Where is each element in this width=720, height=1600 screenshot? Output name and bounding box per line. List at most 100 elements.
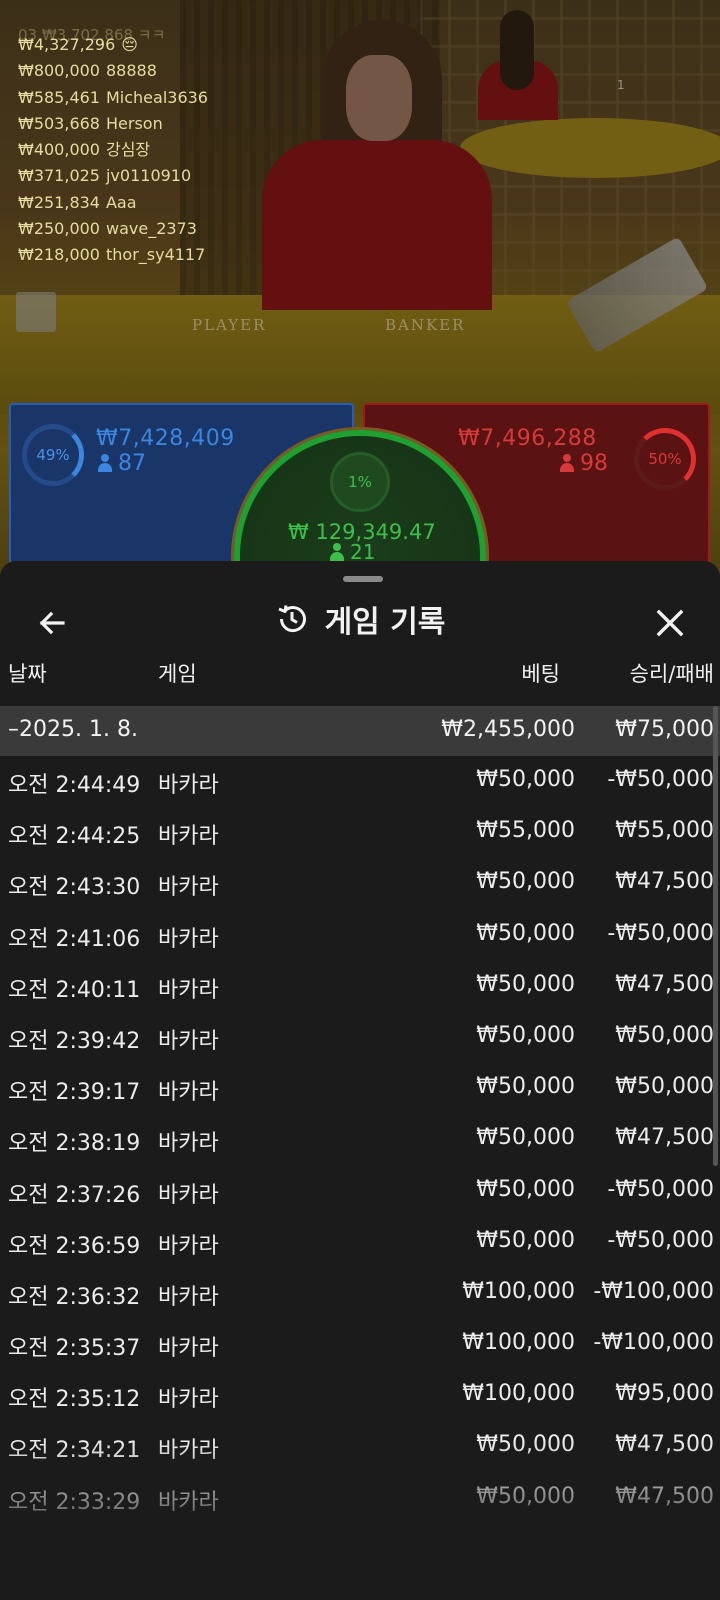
player-percent-ring: 49% <box>22 424 84 486</box>
tie-percent: 1% <box>348 473 372 491</box>
row-game: 바카라 <box>158 1028 219 1054</box>
group-result-total: ₩75,000 <box>615 717 714 742</box>
leaderboard-amount: ₩503,668 <box>18 113 100 133</box>
history-row[interactable]: 오전 2:44:49 바카라 ₩50,000 -₩50,000 <box>0 756 720 807</box>
leaderboard-name: 88888 <box>105 61 157 81</box>
row-result: ₩55,000 <box>615 818 714 844</box>
column-header-result[interactable]: 승리/패배 <box>630 658 714 688</box>
history-row[interactable]: 오전 2:37:26 바카라 ₩50,000 -₩50,000 <box>0 1166 720 1217</box>
leaderboard-entry: ₩218,000 thor_sy4117 <box>18 242 208 268</box>
row-game: 바카라 <box>158 1131 219 1157</box>
history-row[interactable]: 오전 2:41:06 바카라 ₩50,000 -₩50,000 <box>0 910 720 961</box>
row-bet: ₩50,000 <box>476 1176 575 1202</box>
row-time: 오전 2:39:42 <box>8 1028 141 1054</box>
history-row[interactable]: 오전 2:34:21 바카라 ₩50,000 ₩47,500 <box>0 1421 720 1472</box>
row-time: 오전 2:34:21 <box>8 1438 141 1464</box>
row-bet: ₩55,000 <box>476 818 575 844</box>
history-list: 오전 2:44:49 바카라 ₩50,000 -₩50,000 오전 2:44:25 바카… <box>0 756 720 1524</box>
row-result: -₩50,000 <box>607 1227 714 1253</box>
row-bet: ₩100,000 <box>462 1381 575 1407</box>
banker-total-amount: ₩7,496,288 <box>458 426 597 451</box>
player-total-amount: ₩7,428,409 <box>96 426 235 451</box>
row-time: 오전 2:40:11 <box>8 977 141 1003</box>
row-time: 오전 2:37:26 <box>8 1182 141 1208</box>
close-button[interactable] <box>646 599 694 647</box>
banker-percent: 50% <box>648 450 682 468</box>
row-bet: ₩50,000 <box>476 971 575 997</box>
row-result: ₩47,500 <box>615 1483 714 1509</box>
row-game: 바카라 <box>158 824 219 850</box>
row-bet: ₩50,000 <box>476 767 575 792</box>
history-row[interactable]: 오전 2:39:17 바카라 ₩50,000 ₩50,000 <box>0 1063 720 1114</box>
history-row[interactable]: 오전 2:43:30 바카라 ₩50,000 ₩47,500 <box>0 858 720 909</box>
row-result: -₩50,000 <box>607 920 714 946</box>
row-result: -₩100,000 <box>593 1278 714 1304</box>
leaderboard-amount: ₩585,461 <box>18 87 100 107</box>
row-game: 바카라 <box>158 926 219 952</box>
history-row[interactable]: 오전 2:44:25 바카라 ₩55,000 ₩55,000 <box>0 807 720 858</box>
leaderboard-entry: ₩4,327,296 😔 <box>18 32 208 58</box>
person-icon <box>330 543 344 561</box>
history-row[interactable]: 오전 2:35:12 바카라 ₩100,000 ₩95,000 <box>0 1370 720 1421</box>
row-game: 바카라 <box>158 1387 219 1413</box>
history-row[interactable]: 오전 2:36:59 바카라 ₩50,000 -₩50,000 <box>0 1217 720 1268</box>
row-time: 오전 2:38:19 <box>8 1131 141 1157</box>
leaderboard-name: thor_sy4117 <box>105 245 206 265</box>
row-bet: ₩50,000 <box>476 869 575 895</box>
sheet-drag-handle[interactable] <box>343 576 383 582</box>
row-bet: ₩50,000 <box>476 1074 575 1100</box>
row-game: 바카라 <box>158 1336 219 1362</box>
row-game: 바카라 <box>158 773 219 798</box>
player-percent: 49% <box>36 446 70 464</box>
group-date: –2025. 1. 8. <box>8 717 138 742</box>
column-header-date[interactable]: 날짜 <box>8 658 47 688</box>
date-group-row[interactable]: –2025. 1. 8. ₩2,455,000 ₩75,000 <box>0 706 720 756</box>
row-game: 바카라 <box>158 1438 219 1464</box>
leaderboard-amount: ₩371,025 <box>18 166 100 186</box>
row-time: 오전 2:35:37 <box>8 1336 141 1362</box>
row-bet: ₩50,000 <box>476 1483 575 1509</box>
scrollbar[interactable] <box>713 706 718 1166</box>
history-row[interactable]: 오전 2:38:19 바카라 ₩50,000 ₩47,500 <box>0 1114 720 1165</box>
leaderboard-entry: ₩503,668 Herson <box>18 111 208 137</box>
history-row[interactable]: 오전 2:36:32 바카라 ₩100,000 -₩100,000 <box>0 1268 720 1319</box>
history-row[interactable]: 오전 2:40:11 바카라 ₩50,000 ₩47,500 <box>0 961 720 1012</box>
banker-bettor-count: 98 <box>560 451 608 476</box>
row-bet: ₩50,000 <box>476 920 575 946</box>
person-icon <box>560 454 574 472</box>
row-result: ₩47,500 <box>615 869 714 895</box>
leaderboard-entry: ₩400,000 강심장 <box>18 137 208 163</box>
row-result: -₩50,000 <box>607 1176 714 1202</box>
row-bet: ₩100,000 <box>462 1278 575 1304</box>
row-game: 바카라 <box>158 875 219 901</box>
row-game: 바카라 <box>158 1080 219 1106</box>
row-bet: ₩50,000 <box>476 1432 575 1458</box>
leaderboard-name: Micheal3636 <box>105 87 208 107</box>
row-time: 오전 2:33:29 <box>8 1489 141 1515</box>
leaderboard-amount: ₩218,000 <box>18 245 100 265</box>
row-bet: ₩50,000 <box>476 1022 575 1048</box>
banker-percent-ring: 50% <box>634 428 696 490</box>
history-row[interactable]: 오전 2:39:42 바카라 ₩50,000 ₩50,000 <box>0 1012 720 1063</box>
player-bettor-count: 87 <box>98 451 146 476</box>
row-bet: ₩50,000 <box>476 1125 575 1151</box>
row-time: 오전 2:44:25 <box>8 824 141 850</box>
column-header-game[interactable]: 게임 <box>158 658 197 688</box>
row-result: ₩47,500 <box>615 971 714 997</box>
person-icon <box>98 454 112 472</box>
close-icon <box>656 609 684 637</box>
history-row[interactable]: 오전 2:33:29 바카라 ₩50,000 ₩47,500 <box>0 1473 720 1524</box>
game-history-sheet: 게임 기록 날짜 게임 베팅 승리/패배 –2025. 1. 8. ₩2,455… <box>0 561 720 1600</box>
leaderboard-name: wave_2373 <box>105 219 197 239</box>
row-time: 오전 2:36:32 <box>8 1284 141 1310</box>
row-result: -₩50,000 <box>607 767 714 792</box>
tie-percent-ring: 1% <box>330 452 390 512</box>
row-game: 바카라 <box>158 1489 219 1515</box>
row-time: 오전 2:43:30 <box>8 875 141 901</box>
row-game: 바카라 <box>158 1182 219 1208</box>
winners-leaderboard: ₩4,327,296 😔 ₩800,000 88888 ₩585,461 Micheal3… <box>18 32 208 269</box>
history-row[interactable]: 오전 2:35:37 바카라 ₩100,000 -₩100,000 <box>0 1319 720 1370</box>
leaderboard-amount: ₩4,327,296 <box>18 35 116 54</box>
row-time: 오전 2:36:59 <box>8 1233 141 1259</box>
column-header-bet[interactable]: 베팅 <box>521 658 560 688</box>
